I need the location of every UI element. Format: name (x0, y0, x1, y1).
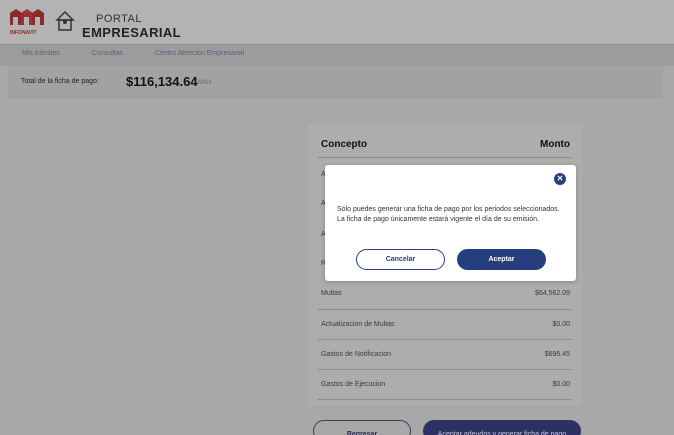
cancel-button[interactable]: Cancelar (356, 249, 445, 270)
row-value-multas: $64,562.09 (534, 290, 570, 297)
accept-generate-button[interactable]: Aceptar adeudos y generar ficha de pago (423, 420, 581, 435)
divider (318, 339, 572, 340)
divider (318, 399, 572, 400)
divider (318, 309, 572, 310)
building-person-icon (55, 10, 75, 31)
total-bar: Total de la ficha de pago: $116,134.64 M… (8, 66, 663, 98)
modal-message: Sólo puedes generar una ficha de pago po… (337, 206, 560, 223)
nav-item-consultas[interactable]: Consultas (92, 50, 123, 57)
total-label: Total de la ficha de pago: (21, 78, 99, 85)
close-icon[interactable]: ✕ (554, 173, 566, 185)
column-header-concepto: Concepto (321, 139, 368, 150)
row-value-actualizacion-multas: $0.00 (552, 321, 570, 328)
total-amount: $116,134.64 (126, 74, 198, 89)
confirmation-modal: ✕ Sólo puedes generar una ficha de pago … (325, 165, 576, 281)
row-value-gastos-notificacion: $695.45 (544, 351, 570, 358)
row-label-actualizacion-multas: Actualizacion de Multas (321, 321, 395, 328)
nav-item-centro-atencion[interactable]: Centro Atención Empresarial (155, 50, 244, 57)
infonavit-logo-icon[interactable]: INFONAVIT (10, 9, 44, 37)
divider (318, 369, 572, 370)
header: INFONAVIT PORTAL EMPRESARIAL (0, 0, 674, 44)
main-nav: Mis trámites Consultas Centro Atención E… (0, 44, 674, 66)
row-label-multas: Multas (321, 290, 342, 297)
row-label-gastos-notificacion: Gastos de Notificacion (321, 351, 392, 358)
svg-text:INFONAVIT: INFONAVIT (10, 30, 37, 36)
row-value-gastos-ejecucion: $0.00 (552, 381, 570, 388)
divider (318, 157, 572, 158)
total-currency: MXN (198, 80, 212, 86)
portal-title: EMPRESARIAL (82, 25, 182, 40)
back-button[interactable]: Regresar (313, 420, 411, 435)
row-label-gastos-ejecucion: Gastos de Ejecucion (321, 381, 386, 388)
nav-item-mis-tramites[interactable]: Mis trámites (22, 50, 60, 57)
accept-button[interactable]: Aceptar (457, 249, 546, 270)
column-header-monto: Monto (540, 139, 570, 150)
portal-label: PORTAL (96, 13, 142, 25)
